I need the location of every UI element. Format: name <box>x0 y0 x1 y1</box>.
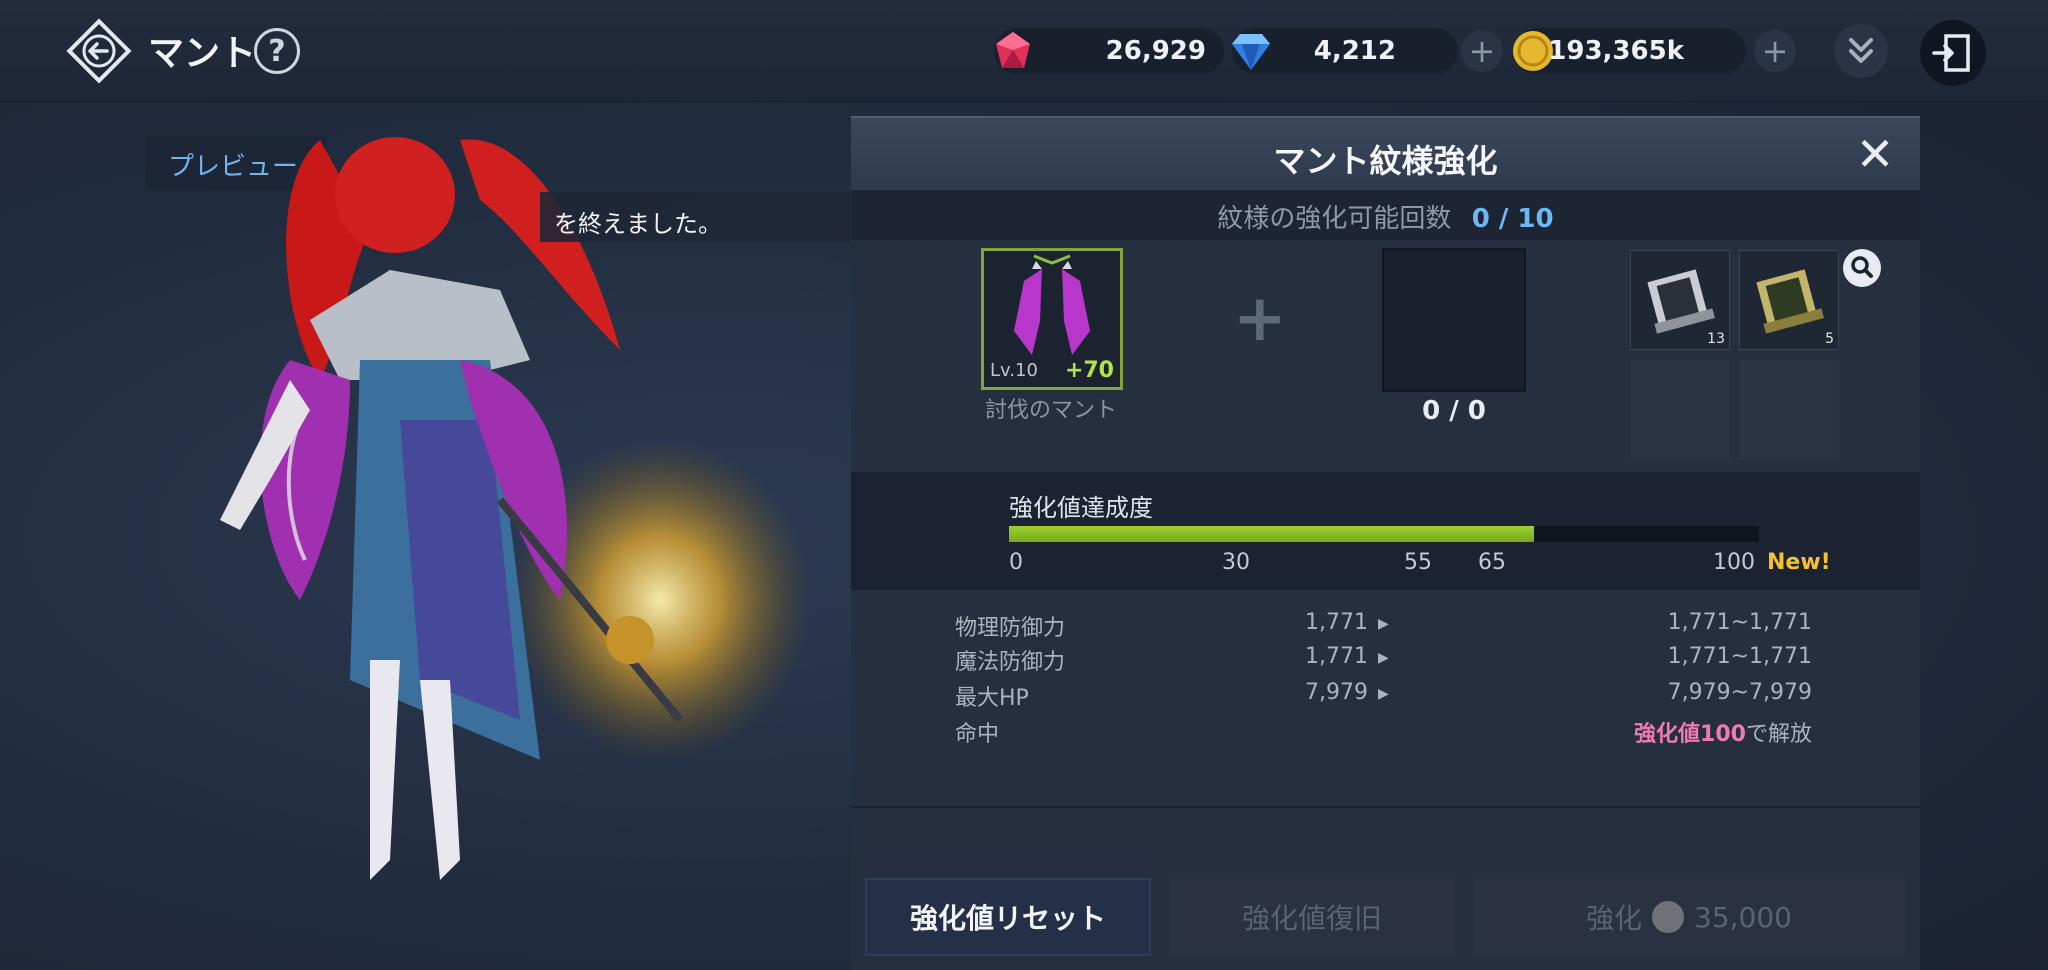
enhance-button[interactable]: 強化 35,000 <box>1473 878 1905 956</box>
silver-coin-icon <box>1652 901 1685 933</box>
close-icon[interactable]: ✕ <box>1852 131 1898 178</box>
arrow-right-icon: ▶ <box>1378 686 1389 702</box>
notice-banner: を終えました。 <box>540 192 850 242</box>
top-bar: マント ? 26,929 4,212 + 193,365k + <box>0 0 2048 102</box>
new-badge: New! <box>1767 550 1831 575</box>
panel-header: マント紋様強化 ✕ <box>851 116 1920 190</box>
stat-current: 7,979 <box>1305 680 1368 705</box>
ruby-amount: 26,929 <box>1105 36 1206 66</box>
diamond-amount: 4,212 <box>1313 36 1396 66</box>
item-level: Lv.10 <box>990 360 1038 381</box>
restore-enhance-button[interactable]: 強化値復旧 <box>1169 878 1455 956</box>
panel-title: マント紋様強化 <box>1273 142 1498 180</box>
enhance-count-label: 紋様の強化可能回数 <box>1217 204 1452 234</box>
progress-track <box>1009 526 1759 542</box>
gold-amount: 193,365k <box>1548 36 1684 66</box>
empty-slot <box>1739 360 1839 460</box>
currency-ruby: 26,929 <box>994 28 1224 74</box>
ruby-icon <box>996 32 1030 68</box>
stat-range: 1,771~1,771 <box>1667 610 1812 635</box>
stat-name: 命中 <box>955 722 1000 747</box>
divider <box>851 806 1920 808</box>
material-slot[interactable] <box>1382 248 1526 392</box>
enhance-count-row: 紋様の強化可能回数 0 / 10 <box>851 190 1920 240</box>
progress-tick: 65 <box>1478 550 1506 575</box>
scroll-count: 13 <box>1707 331 1725 347</box>
stat-name: 魔法防御力 <box>955 650 1066 675</box>
enhance-cost: 35,000 <box>1694 900 1792 934</box>
enhance-progress: 強化値達成度 0 30 55 65 100 New! <box>851 472 1920 590</box>
add-gold-button[interactable]: + <box>1754 30 1796 72</box>
stat-row: 魔法防御力 1,771 ▶ 1,771~1,771 <box>851 644 1920 678</box>
progress-tick: 100 <box>1713 550 1755 575</box>
currency-diamond: 4,212 <box>1232 28 1458 74</box>
unlock-value: 強化値100 <box>1634 722 1746 747</box>
item-name: 討伐のマント <box>984 398 1117 423</box>
stat-range: 1,771~1,771 <box>1667 644 1812 669</box>
item-plus-value: +70 <box>1064 358 1114 383</box>
progress-fill <box>1009 526 1534 542</box>
stats-list: 物理防御力 1,771 ▶ 1,771~1,771 魔法防御力 1,771 ▶ … <box>851 604 1920 750</box>
stat-current: 1,771 <box>1305 644 1368 669</box>
enhance-panel: マント紋様強化 ✕ 紋様の強化可能回数 0 / 10 Lv.10 +70 討伐の… <box>851 116 1920 970</box>
material-count: 0 / 0 <box>1422 396 1486 426</box>
progress-tick: 55 <box>1404 550 1432 575</box>
diamond-icon <box>1232 34 1270 70</box>
plus-icon: + <box>1233 282 1287 356</box>
arrow-right-icon: ▶ <box>1378 616 1389 632</box>
stat-name: 物理防御力 <box>955 616 1066 641</box>
progress-tick: 0 <box>1009 550 1023 575</box>
cloak-item-slot[interactable]: Lv.10 +70 <box>981 248 1123 390</box>
help-icon[interactable]: ? <box>254 28 300 74</box>
stat-current: 1,771 <box>1305 610 1368 635</box>
unlock-suffix: で解放 <box>1745 722 1812 747</box>
stat-row: 最大HP 7,979 ▶ 7,979~7,979 <box>851 680 1920 714</box>
stat-unlock-condition: 強化値100で解放 <box>1634 716 1812 748</box>
exit-door-icon[interactable] <box>1920 20 1986 86</box>
double-chevron-down-icon[interactable] <box>1834 24 1888 78</box>
empty-slot <box>1630 360 1730 460</box>
progress-label: 強化値達成度 <box>1009 494 1153 522</box>
scroll-slot-2[interactable]: 5 <box>1739 250 1839 350</box>
reset-enhance-button[interactable]: 強化値リセット <box>865 878 1151 956</box>
enhance-count-value: 0 / 10 <box>1471 204 1554 234</box>
stat-name: 最大HP <box>955 686 1029 711</box>
scroll-slot-1[interactable]: 13 <box>1630 250 1730 350</box>
stat-row: 物理防御力 1,771 ▶ 1,771~1,771 <box>851 610 1920 644</box>
stat-row: 命中 強化値100で解放 <box>851 716 1920 750</box>
add-diamond-button[interactable]: + <box>1461 30 1503 72</box>
page-title: マント <box>148 33 257 74</box>
stat-range: 7,979~7,979 <box>1667 680 1812 705</box>
scroll-count: 5 <box>1825 331 1834 347</box>
progress-tick: 30 <box>1222 550 1250 575</box>
currency-gold: 193,365k <box>1513 28 1746 74</box>
back-arrow-icon[interactable] <box>66 18 132 84</box>
enhance-label: 強化 <box>1586 902 1643 935</box>
magnifier-icon[interactable] <box>1843 249 1881 287</box>
arrow-right-icon: ▶ <box>1378 650 1389 666</box>
